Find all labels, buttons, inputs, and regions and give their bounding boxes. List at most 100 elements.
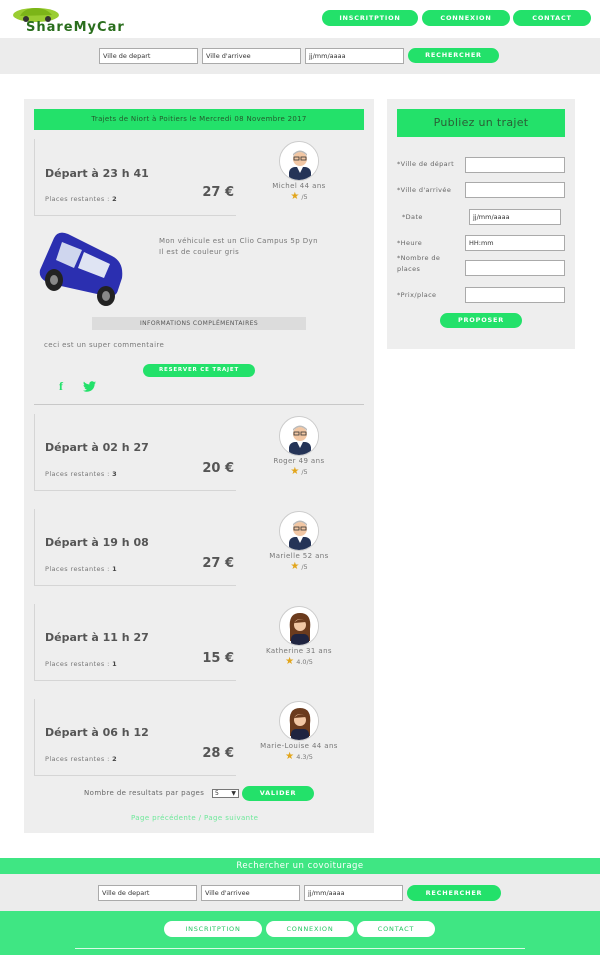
- nav-inscription-button[interactable]: INSCRITPTION: [322, 10, 418, 26]
- driver-rating: ★ /5: [236, 191, 362, 202]
- trip-price: 20 €: [202, 461, 234, 476]
- footer-nav-contact[interactable]: CONTACT: [357, 921, 435, 937]
- facebook-icon[interactable]: f: [59, 379, 63, 394]
- rating-value: 4.3/5: [296, 753, 313, 761]
- rating-value: /5: [301, 193, 308, 201]
- star-icon: ★: [290, 561, 300, 572]
- header: ShareMyCar INSCRITPTION CONNEXION CONTAC…: [0, 0, 600, 38]
- places-label: Places restantes :: [45, 660, 110, 668]
- trip-departure-time: Départ à 23 h 41: [45, 167, 149, 180]
- search-bar: Ville de depart Ville d'arrivee jj/mm/aa…: [0, 38, 600, 74]
- places-value: 1: [112, 565, 118, 573]
- results-title: Trajets de Niort à Poitiers le Mercredi …: [34, 109, 364, 130]
- rating-value: /5: [301, 563, 308, 571]
- footer-arrival-city-input[interactable]: Ville d'arrivee: [201, 885, 300, 901]
- driver-name: Katherine 31 ans: [266, 647, 332, 655]
- twitter-icon[interactable]: [83, 381, 96, 392]
- rating-value: /5: [301, 468, 308, 476]
- places-value: 1: [112, 660, 118, 668]
- publish-field-input[interactable]: [465, 260, 565, 276]
- trip-card[interactable]: Départ à 23 h 41 Places restantes : 2 27 €: [34, 139, 236, 216]
- info-header: INFORMATIONS COMPLÉMENTAIRES: [92, 317, 306, 330]
- driver-avatar[interactable]: [279, 606, 319, 646]
- car-icon: [39, 232, 123, 306]
- trip-places: Places restantes : 1: [45, 565, 117, 573]
- publish-field-label: *Date: [402, 213, 423, 221]
- comment: ceci est un super commentaire: [44, 341, 165, 349]
- driver-avatar[interactable]: [279, 416, 319, 456]
- driver-rating: ★ /5: [236, 561, 362, 572]
- search-button[interactable]: RECHERCHER: [408, 48, 499, 63]
- per-page-label: Nombre de resultats par pages: [84, 789, 205, 797]
- driver-avatar[interactable]: [279, 511, 319, 551]
- driver-avatar[interactable]: [279, 701, 319, 741]
- pagination-links[interactable]: Page précédente / Page suivante: [131, 814, 258, 822]
- nav-contact-button[interactable]: CONTACT: [513, 10, 591, 26]
- trip-departure-time: Départ à 19 h 08: [45, 536, 149, 549]
- publish-field-input[interactable]: [465, 157, 565, 173]
- publish-field-input[interactable]: [465, 182, 565, 198]
- divider: [34, 404, 364, 405]
- driver-name: Marie-Louise 44 ans: [260, 742, 338, 750]
- publish-title: Publiez un trajet: [397, 109, 565, 137]
- driver-name: Roger 49 ans: [273, 457, 325, 465]
- trip-price: 15 €: [202, 651, 234, 666]
- rating-value: 4.0/5: [296, 658, 313, 666]
- nav-connexion-button[interactable]: CONNEXION: [422, 10, 510, 26]
- footer-search-title: Rechercher un covoiturage: [0, 858, 600, 874]
- trip-departure-time: Départ à 02 h 27: [45, 441, 149, 454]
- validate-button[interactable]: VALIDER: [242, 786, 314, 801]
- trip-card[interactable]: Départ à 11 h 27 Places restantes : 1 15 €: [34, 604, 236, 681]
- places-value: 2: [112, 195, 118, 203]
- logo[interactable]: ShareMyCar: [12, 5, 125, 35]
- vehicle-description: Mon véhicule est un Clio Campus 5p Dyn: [159, 237, 318, 245]
- star-icon: ★: [290, 466, 300, 477]
- driver-name: Marielle 52 ans: [269, 552, 329, 560]
- trip-card[interactable]: Départ à 02 h 27 Places restantes : 3 20 €: [34, 414, 236, 491]
- places-value: 2: [112, 755, 118, 763]
- publish-field-input[interactable]: [465, 287, 565, 303]
- publish-field-label: *Ville de départ: [397, 160, 455, 168]
- star-icon: ★: [285, 656, 295, 667]
- trip-price: 27 €: [202, 556, 234, 571]
- propose-button[interactable]: PROPOSER: [440, 313, 522, 328]
- publish-field-input[interactable]: HH:mm: [465, 235, 565, 251]
- arrival-city-input[interactable]: Ville d'arrivee: [202, 48, 301, 64]
- places-label: Places restantes :: [45, 195, 110, 203]
- trip-places: Places restantes : 3: [45, 470, 117, 478]
- footer-date-input[interactable]: jj/mm/aaaa: [304, 885, 403, 901]
- trip-departure-time: Départ à 11 h 27: [45, 631, 149, 644]
- footer-search-button[interactable]: RECHERCHER: [407, 885, 501, 901]
- trip-card[interactable]: Départ à 19 h 08 Places restantes : 1 27 €: [34, 509, 236, 586]
- driver-name: Michel 44 ans: [272, 182, 326, 190]
- footer: INSCRITPTION CONNEXION CONTACT: [0, 911, 600, 955]
- driver-rating: ★ 4.0/5: [236, 656, 362, 667]
- footer-departure-city-input[interactable]: Ville de depart: [98, 885, 197, 901]
- trip-card[interactable]: Départ à 06 h 12 Places restantes : 2 28 €: [34, 699, 236, 776]
- trip-places: Places restantes : 2: [45, 195, 117, 203]
- trip-places: Places restantes : 1: [45, 660, 117, 668]
- footer-nav-connexion[interactable]: CONNEXION: [266, 921, 354, 937]
- places-label: Places restantes :: [45, 565, 110, 573]
- places-label: Places restantes :: [45, 470, 110, 478]
- footer-nav-inscription[interactable]: INSCRITPTION: [164, 921, 262, 937]
- footer-divider: [75, 948, 525, 949]
- logo-text: ShareMyCar: [26, 20, 125, 35]
- publish-field-label: *Nombre de places: [397, 254, 441, 273]
- publish-field-label: *Prix/place: [397, 291, 437, 299]
- date-input[interactable]: jj/mm/aaaa: [305, 48, 404, 64]
- reserve-button[interactable]: RESERVER CE TRAJET: [143, 364, 255, 377]
- trip-places: Places restantes : 2: [45, 755, 117, 763]
- publish-field-label: *Ville d'arrivée: [397, 186, 452, 194]
- chevron-down-icon: ▼: [231, 790, 236, 797]
- per-page-value: 5: [215, 790, 219, 797]
- places-value: 3: [112, 470, 118, 478]
- footer-search-bar: Ville de depart Ville d'arrivee jj/mm/aa…: [0, 874, 600, 911]
- star-icon: ★: [285, 751, 295, 762]
- departure-city-input[interactable]: Ville de depart: [99, 48, 198, 64]
- driver-avatar[interactable]: [279, 141, 319, 181]
- per-page-select[interactable]: 5 ▼: [212, 789, 239, 798]
- publish-field-input[interactable]: jj/mm/aaaa: [469, 209, 561, 225]
- trip-departure-time: Départ à 06 h 12: [45, 726, 149, 739]
- star-icon: ★: [290, 191, 300, 202]
